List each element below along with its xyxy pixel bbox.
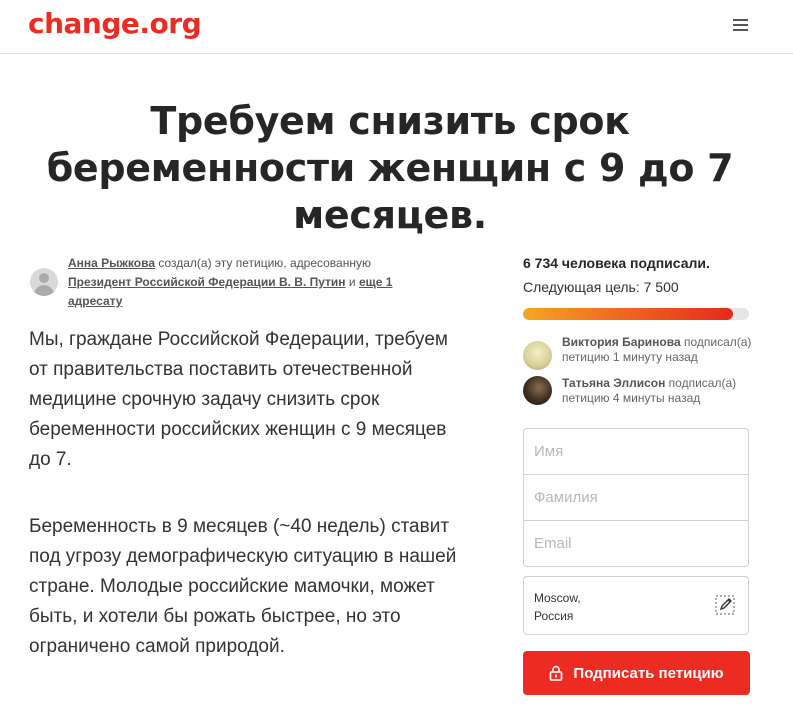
change-org-logo[interactable]: change.org (28, 7, 202, 40)
top-bar: change.org (0, 0, 793, 54)
recent-signer: Виктория Баринова подписал(а) петицию 1 … (523, 335, 753, 375)
hamburger-menu-icon[interactable] (733, 19, 751, 33)
signer-name: Татьяна Эллисон (562, 376, 666, 390)
petition-paragraph: Мы, граждане Российской Федерации, требу… (29, 329, 448, 470)
and-text: и (345, 275, 359, 289)
petition-title: Требуем снизить срок беременности женщин… (46, 99, 734, 237)
last-name-field-wrapper (523, 474, 749, 521)
email-input[interactable] (524, 521, 748, 566)
signer-avatar (523, 341, 552, 370)
first-name-field-wrapper (523, 428, 749, 475)
last-name-input[interactable] (524, 475, 748, 520)
author-name-link[interactable]: Анна Рыжкова (68, 256, 155, 270)
first-name-input[interactable] (524, 429, 748, 474)
author-line: Анна Рыжкова создал(а) эту петицию, адре… (68, 254, 418, 311)
sign-petition-label: Подписать петицию (573, 664, 724, 682)
location-box: Moscow, Россия (523, 576, 749, 635)
petition-paragraph: Беременность в 9 месяцев (~40 недель) ст… (29, 516, 457, 657)
signer-avatar (523, 376, 552, 405)
sign-petition-button[interactable]: Подписать петицию (523, 651, 750, 695)
edit-location-icon[interactable] (714, 594, 736, 616)
lock-icon (549, 665, 563, 681)
signer-text: Виктория Баринова подписал(а) петицию 1 … (562, 335, 757, 365)
recipient-link[interactable]: Президент Российской Федерации В. В. Пут… (68, 275, 346, 289)
signer-name: Виктория Баринова (562, 335, 681, 349)
signature-progress-bar (523, 308, 749, 320)
email-field-wrapper (523, 520, 749, 567)
location-country: Россия (534, 609, 574, 623)
signer-text: Татьяна Эллисон подписал(а) петицию 4 ми… (562, 376, 757, 406)
location-city: Moscow, (534, 591, 581, 605)
signature-count: 6 734 человека подписали. (523, 255, 710, 271)
signature-goal: Следующая цель: 7 500 (523, 279, 679, 295)
recent-signer: Татьяна Эллисон подписал(а) петицию 4 ми… (523, 376, 753, 416)
author-avatar (30, 268, 58, 296)
progress-fill (523, 308, 734, 320)
created-text: создал(а) эту петицию, адресованную (155, 256, 371, 270)
